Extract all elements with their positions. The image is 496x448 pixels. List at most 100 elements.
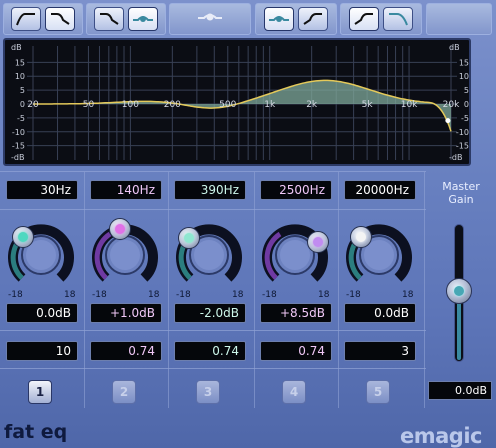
plugin-title: fat eq <box>4 421 68 443</box>
peak-icon[interactable] <box>264 7 294 31</box>
band2-frequency[interactable]: 140Hz <box>90 180 162 200</box>
db-tick-left: 5 <box>20 86 25 95</box>
band4-enable-button[interactable]: 4 <box>282 380 306 404</box>
band5-q[interactable]: 3 <box>344 341 416 361</box>
freq-label: 200 <box>164 100 181 110</box>
band1-enable-button[interactable]: 1 <box>28 380 52 404</box>
knob-color-dot <box>115 224 126 235</box>
band5-frequency[interactable]: 20000Hz <box>344 180 416 200</box>
highcut-icon[interactable] <box>383 7 413 31</box>
band1-knob-indicator[interactable] <box>11 225 34 248</box>
band-divider <box>84 172 85 408</box>
knob-scale-min: -18 <box>262 290 277 300</box>
peak-icon[interactable] <box>197 9 223 29</box>
knob-scale-min: -18 <box>8 290 23 300</box>
freq-label: 50 <box>83 100 95 110</box>
band5-knob-indicator[interactable] <box>349 225 372 248</box>
band1-filter-group <box>3 3 83 35</box>
band2-gain-knob[interactable] <box>88 218 162 292</box>
knob-color-dot <box>17 231 28 242</box>
knob-color-dot <box>312 237 323 247</box>
db-unit-label: dB <box>11 43 22 52</box>
freq-label: 5k <box>362 100 374 110</box>
band4-gain[interactable]: +8.5dB <box>260 303 332 323</box>
band2-gain[interactable]: +1.0dB <box>90 303 162 323</box>
band3-frequency[interactable]: 390Hz <box>174 180 246 200</box>
band2-enable-button[interactable]: 2 <box>112 380 136 404</box>
db-tick-right: -15 <box>456 142 469 151</box>
knob-scale-max: 18 <box>64 290 76 300</box>
row-divider <box>0 330 426 331</box>
band5-gain[interactable]: 0.0dB <box>344 303 416 323</box>
master-gain-value[interactable]: 0.0dB <box>428 381 492 400</box>
peak-icon[interactable] <box>128 7 158 31</box>
master-header-group <box>426 3 492 35</box>
knob-color-dot <box>184 233 195 244</box>
lowcut-steep-icon[interactable] <box>11 7 41 31</box>
band3-gain-knob[interactable] <box>172 218 246 292</box>
knob-scale-min: -18 <box>346 290 361 300</box>
knob-scale-min: -18 <box>92 290 107 300</box>
band-divider <box>168 172 169 408</box>
db-tick-right: -10 <box>456 128 469 137</box>
knob-scale-max: 18 <box>402 290 414 300</box>
knob-scale-max: 18 <box>232 290 244 300</box>
freq-label: 500 <box>219 100 236 110</box>
master-gain-fader-handle[interactable] <box>446 278 472 304</box>
freq-label: 20 <box>27 100 39 110</box>
freq-label: 100 <box>122 100 139 110</box>
band-divider <box>338 172 339 408</box>
db-tick-left: -5 <box>17 114 25 123</box>
db-unit-label: dB <box>449 43 460 52</box>
db-tick-left: -10 <box>12 128 25 137</box>
db-tick-left: 0 <box>20 100 25 109</box>
highshelf-icon[interactable] <box>298 7 328 31</box>
emagic-logo: emagic <box>400 424 482 448</box>
eq-curve-fill <box>33 80 451 132</box>
db-tick-left: 10 <box>15 72 25 81</box>
band3-q[interactable]: 0.74 <box>174 341 246 361</box>
band2-q[interactable]: 0.74 <box>90 341 162 361</box>
freq-label: 20k <box>443 100 460 110</box>
band3-gain[interactable]: -2.0dB <box>174 303 246 323</box>
band5-curve-marker <box>445 118 451 124</box>
knob-scale-min: -18 <box>176 290 191 300</box>
band-divider <box>254 172 255 408</box>
master-gain-label: Master Gain <box>442 180 480 206</box>
freq-label: 10k <box>401 100 418 110</box>
band5-gain-knob[interactable] <box>342 218 416 292</box>
knob-scale-max: 18 <box>318 290 330 300</box>
band1-gain-knob[interactable] <box>4 218 78 292</box>
band1-gain[interactable]: 0.0dB <box>6 303 78 323</box>
band3-enable-button[interactable]: 3 <box>196 380 220 404</box>
band3-filter-group <box>169 3 251 35</box>
band4-frequency[interactable]: 2500Hz <box>260 180 332 200</box>
db-tick-left: 15 <box>15 58 25 67</box>
band1-frequency[interactable]: 30Hz <box>6 180 78 200</box>
band4-gain-knob[interactable] <box>258 218 332 292</box>
knob-color-dot <box>355 231 366 242</box>
db-tick-right: 5 <box>464 86 469 95</box>
db-tick-right: 15 <box>459 58 469 67</box>
band5-filter-group <box>340 3 422 35</box>
band-divider <box>424 172 425 408</box>
db-unit-label: -dB <box>11 153 24 162</box>
band1-q[interactable]: 10 <box>6 341 78 361</box>
highshelf-icon[interactable] <box>349 7 379 31</box>
eq-curve-line <box>33 79 452 132</box>
db-tick-right: -5 <box>461 114 469 123</box>
band4-knob-indicator[interactable] <box>306 231 329 253</box>
band2-filter-group <box>86 3 166 35</box>
fat-eq-plugin: 15 15 10 10 5 5 0 0 -5 -5 -10 -10 -15 -15 dB dB -dB -dB 20… <box>0 0 496 448</box>
band5-enable-button[interactable]: 5 <box>366 380 390 404</box>
lowshelf-icon[interactable] <box>94 7 124 31</box>
lowcut-icon[interactable] <box>45 7 75 31</box>
eq-curve-display[interactable]: 15 15 10 10 5 5 0 0 -5 -5 -10 -10 -15 -15 dB dB -dB -dB 20… <box>3 38 471 166</box>
freq-label: 1k <box>264 100 276 110</box>
band4-filter-group <box>255 3 337 35</box>
db-tick-right: 0 <box>464 100 469 109</box>
row-divider <box>0 171 426 172</box>
band4-q[interactable]: 0.74 <box>260 341 332 361</box>
freq-label: 2k <box>306 100 318 110</box>
db-tick-right: 10 <box>459 72 469 81</box>
